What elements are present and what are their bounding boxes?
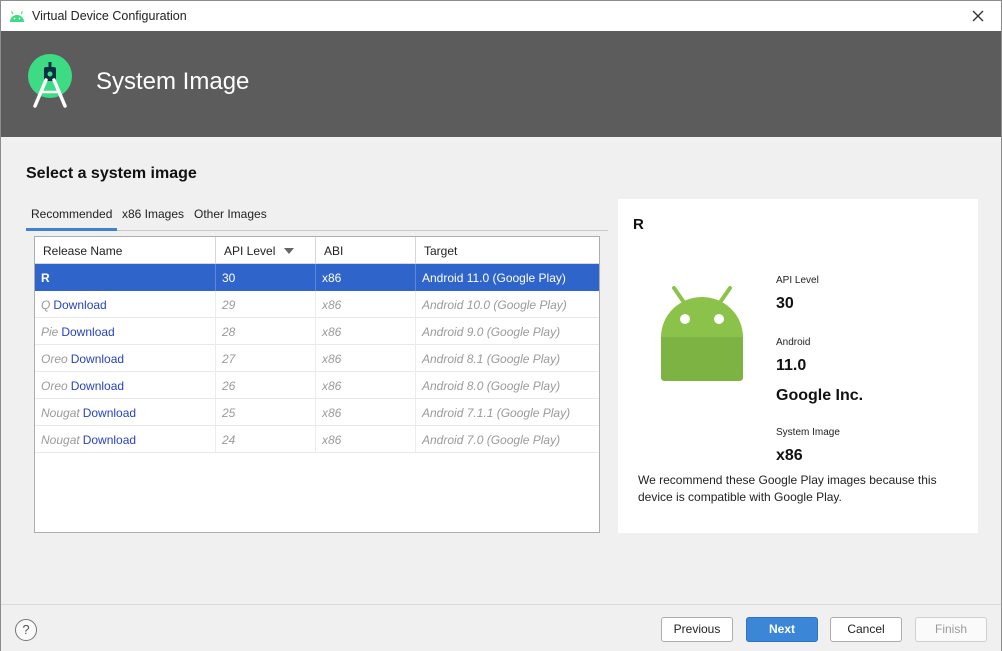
column-header-abi[interactable]: ABI bbox=[316, 237, 416, 264]
release-name: Oreo bbox=[41, 379, 68, 393]
cancel-button[interactable]: Cancel bbox=[830, 617, 902, 642]
release-name: Nougat bbox=[41, 433, 80, 447]
release-name-cell: Pie Download bbox=[35, 318, 216, 345]
abi-cell: x86 bbox=[316, 318, 416, 345]
table-row[interactable]: Pie Download 28 x86 Android 9.0 (Google P… bbox=[35, 318, 599, 345]
previous-button[interactable]: Previous bbox=[661, 617, 733, 642]
download-link[interactable]: Download bbox=[83, 406, 136, 420]
table-row[interactable]: Oreo Download 26 x86 Android 8.0 (Google … bbox=[35, 372, 599, 399]
dialog-footer: ? Previous Next Cancel Finish bbox=[1, 604, 1001, 651]
tab-other-images[interactable]: Other Images bbox=[189, 204, 272, 231]
table-body: R 30 x86 Android 11.0 (Google Play) Q Dow… bbox=[35, 264, 599, 453]
target-cell: Android 10.0 (Google Play) bbox=[422, 298, 567, 312]
dialog-window: Virtual Device Configuration System Imag… bbox=[0, 0, 1002, 651]
android-head-icon bbox=[10, 11, 24, 22]
release-name-cell: Q Download bbox=[35, 291, 216, 318]
table-row[interactable]: Oreo Download 27 x86 Android 8.1 (Google … bbox=[35, 345, 599, 372]
download-link[interactable]: Download bbox=[71, 352, 124, 366]
table-row[interactable]: Nougat Download 24 x86 Android 7.0 (Googl… bbox=[35, 426, 599, 453]
release-name-cell: Oreo Download bbox=[35, 372, 216, 399]
section-title: Select a system image bbox=[26, 165, 197, 182]
column-header-release-name[interactable]: Release Name bbox=[35, 237, 216, 264]
target-cell: Android 8.1 (Google Play) bbox=[422, 352, 561, 366]
column-header-api-level-label: API Level bbox=[224, 244, 276, 258]
close-icon bbox=[972, 10, 984, 22]
sort-descending-icon bbox=[284, 248, 295, 254]
release-name: Q bbox=[41, 298, 51, 312]
image-tabs: Recommended x86 Images Other Images bbox=[26, 204, 608, 231]
api-level-cell: 24 bbox=[216, 426, 316, 453]
abi-cell: x86 bbox=[316, 426, 416, 453]
abi-cell: x86 bbox=[316, 291, 416, 318]
column-header-api-level[interactable]: API Level bbox=[216, 237, 316, 264]
release-name-cell: R bbox=[35, 264, 216, 291]
table-row[interactable]: R 30 x86 Android 11.0 (Google Play) bbox=[35, 264, 599, 291]
target-cell: Android 9.0 (Google Play) bbox=[422, 325, 561, 339]
image-detail-panel: R API Level 30 Android 11.0 Google Inc. … bbox=[618, 199, 978, 533]
android-robot-icon bbox=[661, 286, 743, 381]
help-button[interactable]: ? bbox=[15, 619, 37, 641]
api-level-cell: 27 bbox=[216, 345, 316, 372]
download-link[interactable]: Download bbox=[61, 325, 114, 339]
tab-x86-images[interactable]: x86 Images bbox=[117, 204, 189, 231]
release-name-cell: Nougat Download bbox=[35, 426, 216, 453]
android-version-value: 11.0 bbox=[776, 357, 807, 374]
column-header-target[interactable]: Target bbox=[416, 237, 599, 264]
system-image-value: x86 bbox=[776, 447, 803, 464]
release-name: Nougat bbox=[41, 406, 80, 420]
abi-cell: x86 bbox=[316, 399, 416, 426]
vendor-value: Google Inc. bbox=[776, 387, 864, 404]
tab-recommended[interactable]: Recommended bbox=[26, 204, 118, 231]
download-link[interactable]: Download bbox=[83, 433, 136, 447]
release-name-cell: Nougat Download bbox=[35, 399, 216, 426]
abi-cell: x86 bbox=[316, 264, 416, 291]
banner-title: System Image bbox=[96, 68, 250, 95]
finish-button[interactable]: Finish bbox=[915, 617, 987, 642]
system-image-table: Release Name API Level ABI Target R 30 x… bbox=[34, 236, 600, 533]
detail-title: R bbox=[633, 216, 644, 233]
title-bar: Virtual Device Configuration bbox=[1, 1, 1001, 31]
abi-cell: x86 bbox=[316, 372, 416, 399]
download-link[interactable]: Download bbox=[53, 298, 106, 312]
api-level-value: 30 bbox=[776, 295, 794, 312]
android-studio-logo-icon bbox=[28, 54, 72, 108]
window-title: Virtual Device Configuration bbox=[32, 9, 187, 23]
header-banner: System Image bbox=[1, 31, 1001, 137]
system-image-label: System Image bbox=[776, 427, 840, 438]
table-header: Release Name API Level ABI Target bbox=[35, 237, 599, 264]
target-cell: Android 8.0 (Google Play) bbox=[422, 379, 561, 393]
api-level-cell: 29 bbox=[216, 291, 316, 318]
api-level-label: API Level bbox=[776, 275, 819, 286]
target-cell: Android 11.0 (Google Play) bbox=[422, 271, 566, 285]
api-level-cell: 28 bbox=[216, 318, 316, 345]
target-cell: Android 7.1.1 (Google Play) bbox=[422, 406, 571, 420]
recommendation-description: We recommend these Google Play images be… bbox=[638, 473, 937, 504]
table-row[interactable]: Nougat Download 25 x86 Android 7.1.1 (Goo… bbox=[35, 399, 599, 426]
android-label: Android bbox=[776, 337, 811, 348]
next-button[interactable]: Next bbox=[746, 617, 818, 642]
download-link[interactable]: Download bbox=[71, 379, 124, 393]
table-row[interactable]: Q Download 29 x86 Android 10.0 (Google Pl… bbox=[35, 291, 599, 318]
release-name-cell: Oreo Download bbox=[35, 345, 216, 372]
api-level-cell: 30 bbox=[216, 264, 316, 291]
release-name: Pie bbox=[41, 325, 59, 339]
target-cell: Android 7.0 (Google Play) bbox=[422, 433, 561, 447]
abi-cell: x86 bbox=[316, 345, 416, 372]
api-level-cell: 26 bbox=[216, 372, 316, 399]
release-name: Oreo bbox=[41, 352, 68, 366]
api-level-cell: 25 bbox=[216, 399, 316, 426]
close-button[interactable] bbox=[955, 1, 1001, 31]
